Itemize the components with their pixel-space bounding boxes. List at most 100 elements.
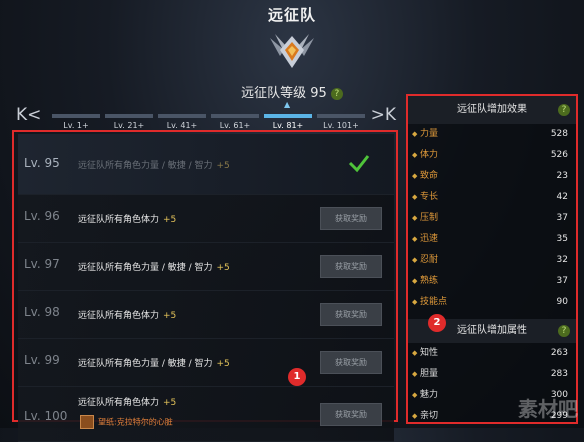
expedition-stats-panel: 远征队增加效果 ? ◆ 力量 528 ◆ 体力 526 ◆ 致命 23 ◆ 专长 42 ◆ 压制 3… [406, 94, 578, 424]
annotation-marker-2: 2 [428, 314, 446, 332]
help-icon[interactable]: ? [558, 104, 570, 116]
tab-label: Lv. 81+ [272, 121, 304, 130]
tab-label: Lv. 21+ [113, 121, 145, 130]
attribute-name: 亲切 [420, 411, 439, 421]
row-description: 远征队所有角色体力 +5 [78, 212, 176, 225]
row-description: 远征队所有角色体力 +5 [78, 308, 176, 321]
attribute-name: 胆量 [420, 369, 439, 379]
stat-name: 技能点 [420, 297, 448, 307]
stat-row: ◆ 迅速 35 [408, 229, 576, 250]
check-icon [348, 155, 370, 173]
help-icon[interactable]: ? [330, 87, 343, 100]
row-text: 远征队所有角色力量 / 敏捷 / 智力 [78, 359, 213, 369]
tab-lv-61[interactable]: Lv. 61+ [211, 106, 259, 130]
row-bonus: +5 [163, 311, 177, 321]
claim-reward-button[interactable]: 获取奖励 [320, 303, 382, 326]
stat-row: ◆ 忍耐 32 [408, 250, 576, 271]
tab-lv-101[interactable]: Lv. 101+ [317, 106, 365, 130]
row-level: Lv. 97 [24, 257, 60, 271]
stat-value: 526 [550, 150, 568, 160]
claim-reward-button[interactable]: 获取奖励 [320, 351, 382, 374]
stat-value: 32 [556, 255, 568, 265]
row-bonus: +5 [216, 161, 230, 171]
stat-name: 力量 [420, 129, 439, 139]
attributes-title: 远征队增加属性 [457, 325, 527, 336]
row-text: 远征队所有角色力量 / 敏捷 / 智力 [78, 161, 213, 171]
row-level: Lv. 96 [24, 209, 60, 223]
tab-label: Lv. 1+ [63, 121, 89, 130]
row-description: 远征队所有角色体力 +5 [78, 395, 176, 408]
window-title: 远征队 [267, 6, 316, 24]
tab-lv-41[interactable]: Lv. 41+ [158, 106, 206, 130]
bullet-icon: ◆ [412, 349, 418, 357]
effects-title: 远征队增加效果 [457, 104, 527, 115]
row-bonus: +5 [163, 398, 177, 408]
row-level: Lv. 100 [24, 409, 68, 423]
reward-row: Lv. 97 远征队所有角色力量 / 敏捷 / 智力 +5 获取奖励 [18, 243, 394, 291]
active-tab-marker-icon: ▲ [284, 100, 291, 109]
stat-row: ◆ 体力 526 [408, 145, 576, 166]
tab-lv-1[interactable]: Lv. 1+ [52, 106, 100, 130]
stat-name: 熟练 [420, 276, 439, 286]
bullet-icon: ◆ [412, 235, 418, 243]
reward-row: Lv. 100 远征队所有角色体力 +5 望纸:克拉特尔的心脏 获取奖励 [18, 387, 394, 442]
attribute-row: ◆ 知性 263 [408, 343, 576, 364]
stat-name: 致命 [420, 171, 439, 181]
stat-value: 90 [556, 297, 568, 307]
row-description: 远征队所有角色力量 / 敏捷 / 智力 +5 [78, 158, 230, 171]
stat-row: ◆ 力量 528 [408, 124, 576, 145]
stat-row: ◆ 技能点 90 [408, 292, 576, 313]
claim-reward-button[interactable]: 获取奖励 [320, 403, 382, 426]
bullet-icon: ◆ [412, 298, 418, 306]
claim-reward-button[interactable]: 获取奖励 [320, 255, 382, 278]
stat-name: 专长 [420, 192, 439, 202]
stat-row: ◆ 熟练 37 [408, 271, 576, 292]
stat-row: ◆ 专长 42 [408, 187, 576, 208]
stat-value: 23 [556, 171, 568, 181]
reward-row: Lv. 98 远征队所有角色体力 +5 获取奖励 [18, 291, 394, 339]
stat-name: 体力 [420, 150, 439, 160]
annotation-marker-1: 1 [288, 368, 306, 386]
help-icon[interactable]: ? [558, 325, 570, 337]
stat-value: 528 [550, 129, 568, 139]
prev-page-button[interactable]: K< [16, 106, 41, 124]
row-description: 远征队所有角色力量 / 敏捷 / 智力 +5 [78, 260, 230, 273]
tab-label: Lv. 101+ [323, 121, 359, 130]
bullet-icon: ◆ [412, 151, 418, 159]
stat-value: 37 [556, 276, 568, 286]
reward-row: Lv. 95 远征队所有角色力量 / 敏捷 / 智力 +5 [18, 134, 394, 195]
tab-label: Lv. 41+ [166, 121, 198, 130]
stat-name: 迅速 [420, 234, 439, 244]
bullet-icon: ◆ [412, 391, 418, 399]
attribute-name: 魅力 [420, 390, 439, 400]
row-level: Lv. 95 [24, 156, 60, 170]
claim-reward-button[interactable]: 获取奖励 [320, 207, 382, 230]
stat-name: 压制 [420, 213, 439, 223]
bullet-icon: ◆ [412, 172, 418, 180]
level-tab-bar: K< Lv. 1+ Lv. 21+ Lv. 41+ Lv. 61+ ▲ Lv. 8… [14, 101, 398, 131]
stat-value: 35 [556, 234, 568, 244]
tab-lv-81[interactable]: ▲ Lv. 81+ [264, 101, 312, 130]
expedition-level-label: 远征队等级 95 [241, 86, 327, 101]
row-text: 远征队所有角色体力 [78, 311, 160, 321]
reward-item-icon [80, 415, 94, 429]
reward-row: Lv. 99 远征队所有角色力量 / 敏捷 / 智力 +5 获取奖励 [18, 339, 394, 387]
row-text: 远征队所有角色体力 [78, 215, 160, 225]
reward-item[interactable]: 望纸:克拉特尔的心脏 [80, 415, 173, 429]
bullet-icon: ◆ [412, 277, 418, 285]
row-bonus: +5 [216, 359, 230, 369]
row-bonus: +5 [163, 215, 177, 225]
row-text: 远征队所有角色力量 / 敏捷 / 智力 [78, 263, 213, 273]
bullet-icon: ◆ [412, 193, 418, 201]
row-level: Lv. 99 [24, 353, 60, 367]
bullet-icon: ◆ [412, 130, 418, 138]
attribute-row: ◆ 胆量 283 [408, 364, 576, 385]
row-description: 远征队所有角色力量 / 敏捷 / 智力 +5 [78, 356, 230, 369]
next-page-button[interactable]: >K [371, 106, 396, 124]
stat-value: 37 [556, 213, 568, 223]
tab-lv-21[interactable]: Lv. 21+ [105, 106, 153, 130]
row-text: 远征队所有角色体力 [78, 398, 160, 408]
reward-item-label: 望纸:克拉特尔的心脏 [98, 417, 173, 427]
row-bonus: +5 [216, 263, 230, 273]
bullet-icon: ◆ [412, 214, 418, 222]
